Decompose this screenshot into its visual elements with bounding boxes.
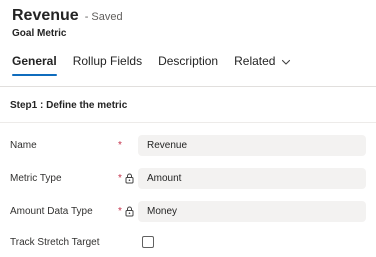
form-area: Step1 : Define the metric Name * Revenue… <box>0 87 376 257</box>
field-row-metric-type: Metric Type * Amount <box>10 167 366 189</box>
save-status: - Saved <box>84 11 123 23</box>
tab-rollup-fields-label: Rollup Fields <box>72 54 143 68</box>
required-indicator: * <box>118 172 122 184</box>
field-row-name: Name * Revenue <box>10 134 366 156</box>
entity-name: Goal Metric <box>12 28 67 39</box>
section-divider <box>0 122 376 123</box>
track-stretch-target-checkbox[interactable] <box>142 236 154 248</box>
tab-rollup-fields[interactable]: Rollup Fields <box>73 54 142 76</box>
record-header: Revenue - Saved Goal Metric <box>12 7 376 39</box>
amount-data-type-label: Amount Data Type <box>10 205 93 217</box>
chevron-down-icon <box>281 56 291 66</box>
section-card: Step1 : Define the metric Name * Revenue… <box>0 87 376 257</box>
tab-related-label: Related <box>234 54 276 68</box>
record-title: Revenue <box>12 7 79 24</box>
tab-general[interactable]: General <box>12 54 57 76</box>
metric-type-label: Metric Type <box>10 172 62 184</box>
field-row-track-stretch-target: Track Stretch Target <box>10 231 366 253</box>
field-row-amount-data-type: Amount Data Type * Money <box>10 200 366 222</box>
track-stretch-target-label: Track Stretch Target <box>10 236 100 248</box>
lock-icon <box>124 172 134 184</box>
name-field[interactable]: Revenue <box>138 134 366 156</box>
required-indicator: * <box>118 139 122 151</box>
metric-type-field[interactable]: Amount <box>138 167 366 189</box>
tab-description[interactable]: Description <box>158 54 218 76</box>
lock-icon <box>124 205 134 217</box>
tab-related[interactable]: Related <box>234 54 291 76</box>
tab-general-label: General <box>12 54 57 68</box>
name-label: Name <box>10 139 37 151</box>
amount-data-type-field[interactable]: Money <box>138 200 366 222</box>
tab-bar: General Rollup Fields Description Relate… <box>12 54 307 76</box>
title-row: Revenue - Saved <box>12 7 376 25</box>
tab-description-label: Description <box>158 54 219 68</box>
section-title: Step1 : Define the metric <box>10 100 128 111</box>
required-indicator: * <box>118 205 122 217</box>
